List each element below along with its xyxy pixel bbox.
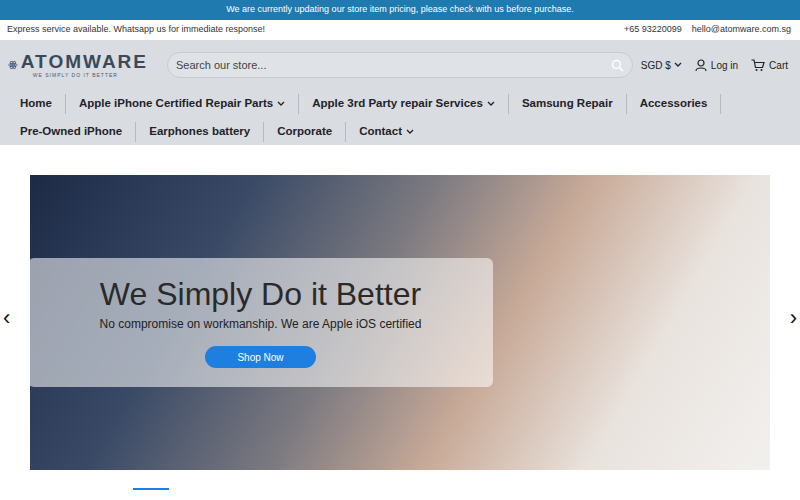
- cart-icon: [751, 59, 765, 72]
- nav-item[interactable]: Home: [7, 94, 66, 114]
- nav-label: Apple 3rd Party repair Services: [312, 95, 483, 112]
- hero-subtitle: No compromise on workmanship. We are App…: [100, 315, 422, 333]
- next-arrow[interactable]: ›: [790, 307, 797, 329]
- chevron-down-icon: [406, 129, 414, 135]
- chevron-down-icon: [277, 101, 285, 107]
- login-label: Log in: [711, 58, 738, 73]
- currency-selector[interactable]: SGD $: [641, 58, 682, 73]
- announcement-bar: We are currently updating our store item…: [0, 0, 800, 20]
- nav-item[interactable]: Contact: [346, 122, 427, 142]
- chevron-down-icon: [487, 101, 495, 107]
- logo-tagline: WE SIMPLY DO IT BETTER: [33, 73, 148, 78]
- cart-link[interactable]: Cart: [751, 58, 788, 73]
- nav-label: Earphones battery: [149, 123, 250, 140]
- atom-icon: [8, 57, 18, 73]
- nav-label: Samsung Repair: [522, 95, 613, 112]
- search-box[interactable]: [167, 52, 633, 78]
- announcement-text: We are currently updating our store item…: [226, 3, 574, 17]
- logo[interactable]: ATOMWARE WE SIMPLY DO IT BETTER: [8, 52, 148, 78]
- user-icon: [695, 59, 707, 72]
- nav-item[interactable]: Samsung Repair: [509, 94, 627, 114]
- shop-now-button[interactable]: Shop Now: [205, 346, 315, 368]
- prev-arrow[interactable]: ‹: [3, 307, 10, 329]
- currency-label: SGD $: [641, 58, 671, 73]
- cart-label: Cart: [769, 58, 788, 73]
- nav-label: Apple iPhone Certified Repair Parts: [79, 95, 273, 112]
- hero-image: We Simply Do it BetterNo compromise on w…: [30, 175, 770, 470]
- section-indicator: [133, 488, 169, 490]
- nav-item[interactable]: Apple iPhone Certified Repair Parts: [66, 94, 299, 114]
- hero-caption: We Simply Do it BetterNo compromise on w…: [28, 258, 493, 387]
- search-icon: [611, 59, 624, 72]
- utility-bar: Express service available. Whatsapp us f…: [0, 20, 800, 40]
- express-note: Express service available. Whatsapp us f…: [7, 23, 265, 37]
- logo-text: ATOMWARE WE SIMPLY DO IT BETTER: [21, 52, 148, 78]
- nav-label: Corporate: [277, 123, 332, 140]
- nav-label: Contact: [359, 123, 402, 140]
- nav-label: Accessories: [640, 95, 708, 112]
- contacts: +65 93220099 hello@atomware.com.sg: [624, 23, 793, 37]
- phone-link[interactable]: +65 93220099: [624, 23, 682, 37]
- nav-item[interactable]: Corporate: [264, 122, 346, 142]
- email-link[interactable]: hello@atomware.com.sg: [692, 23, 791, 37]
- hero-section: We Simply Do it BetterNo compromise on w…: [0, 175, 800, 470]
- chevron-down-icon: [674, 62, 682, 68]
- nav-item[interactable]: Pre-Owned iPhone: [7, 122, 136, 142]
- main-nav: Home Apple iPhone Certified Repair Parts A…: [0, 90, 800, 146]
- nav-label: Home: [20, 95, 52, 112]
- login-link[interactable]: Log in: [695, 58, 738, 73]
- nav-item[interactable]: Earphones battery: [136, 122, 264, 142]
- nav-item[interactable]: Apple 3rd Party repair Services: [299, 94, 509, 114]
- nav-label: Pre-Owned iPhone: [20, 123, 122, 140]
- hero-heading: We Simply Do it Better: [100, 274, 421, 314]
- header-actions: SGD $ Log in Cart: [641, 58, 800, 73]
- logo-name: ATOMWARE: [21, 52, 148, 71]
- header-top: ATOMWARE WE SIMPLY DO IT BETTER SGD $ Log i…: [0, 40, 800, 90]
- header: ATOMWARE WE SIMPLY DO IT BETTER SGD $ Log i…: [0, 40, 800, 145]
- search-input[interactable]: [176, 57, 611, 74]
- nav-item[interactable]: Accessories: [627, 94, 722, 114]
